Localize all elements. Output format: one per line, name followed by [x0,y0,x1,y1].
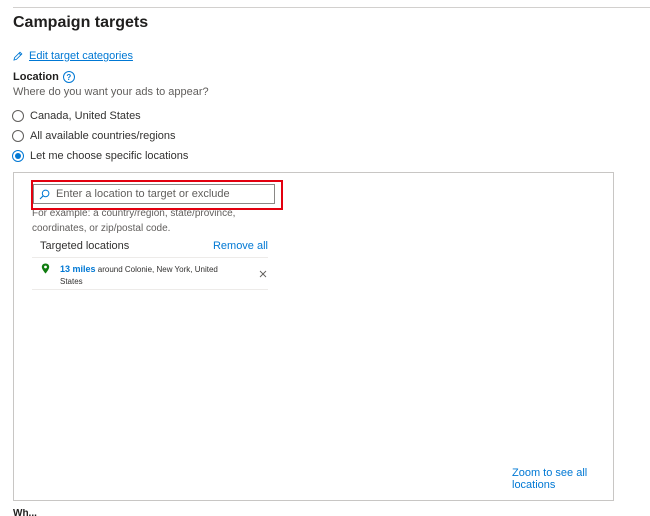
radio-option-label: Canada, United States [30,110,141,122]
location-radius-link[interactable]: 13 miles [60,264,96,274]
radio-option-all-countries[interactable]: All available countries/regions [12,130,176,142]
page-title: Campaign targets [13,14,149,31]
close-icon[interactable] [258,269,268,279]
edit-target-categories-link[interactable]: Edit target categories [13,50,133,62]
list-item: 13 miles around Colonie, New York, Unite… [38,261,270,287]
map-pin-icon [41,263,50,274]
radio-button-selected[interactable] [12,150,24,162]
location-question: Where do you want your ads to appear? [13,86,209,98]
radio-button[interactable] [12,130,24,142]
list-divider [32,289,268,290]
location-panel: For example: a country/region, state/pro… [13,172,614,501]
zoom-to-see-all-locations-link[interactable]: Zoom to see all locations [512,467,613,491]
edit-link-label: Edit target categories [29,50,133,62]
list-divider [32,257,268,258]
radio-option-label: Let me choose specific locations [30,150,189,162]
radio-option-canada-us[interactable]: Canada, United States [12,110,141,122]
radio-option-specific-locations[interactable]: Let me choose specific locations [12,150,188,162]
radio-button[interactable] [12,110,24,122]
help-icon[interactable]: ? [62,71,75,83]
location-label-text: Location [13,71,59,83]
radio-option-label: All available countries/regions [30,130,176,142]
next-section-title: Wh... [13,509,37,516]
location-label: Location ? [13,71,75,83]
pencil-icon [13,51,23,61]
targeted-locations-title: Targeted locations [40,240,130,252]
location-item-text: 13 miles around Colonie, New York, Unite… [60,263,230,288]
search-hint: For example: a country/region, state/pro… [32,208,236,234]
search-highlight-box [31,180,283,210]
targeted-locations-header: Targeted locations Remove all [40,240,268,252]
remove-all-link[interactable]: Remove all [213,240,268,252]
top-divider [13,7,650,8]
